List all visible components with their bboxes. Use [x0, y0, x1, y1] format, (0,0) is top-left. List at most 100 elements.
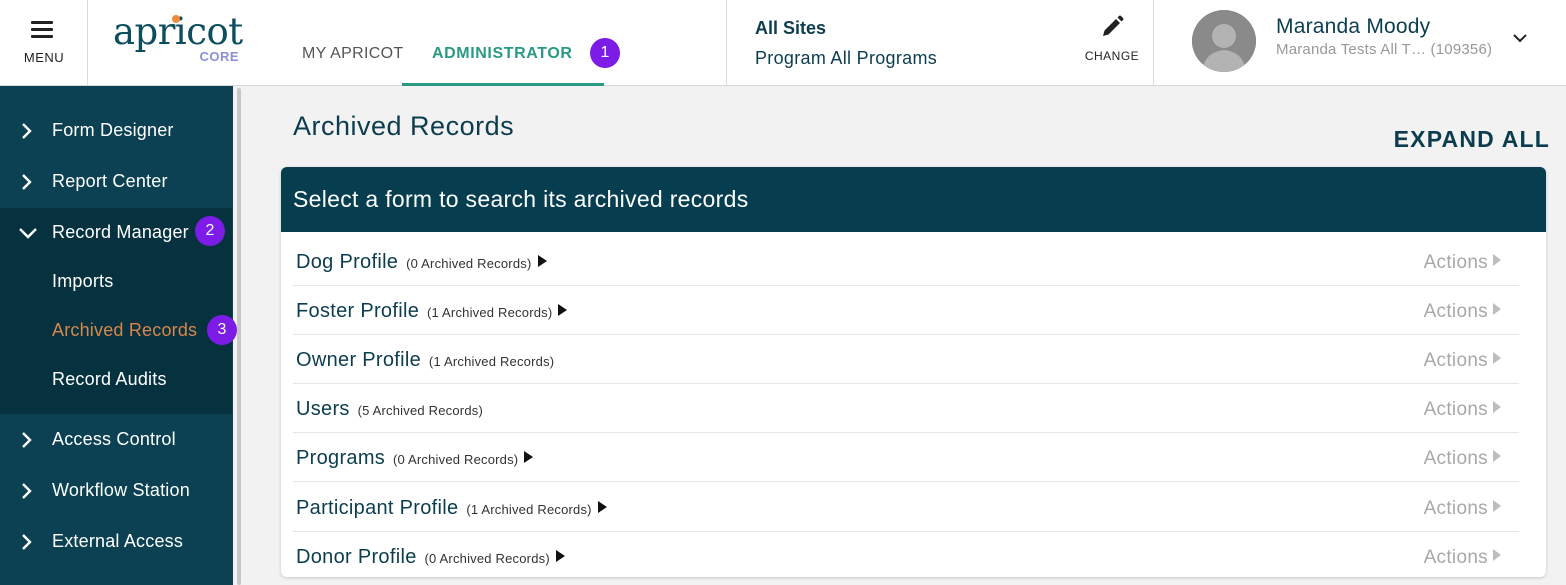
user-menu[interactable]: Maranda Moody Maranda Tests All T… (1093… [1154, 0, 1566, 85]
site-title: All Sites [755, 18, 827, 38]
expand-all-button[interactable]: EXPAND ALL [1394, 126, 1550, 153]
chevron-down-icon [19, 228, 37, 239]
logo-core-label: CORE [199, 49, 239, 64]
archived-count: (1 Archived Records) [466, 502, 592, 517]
step-badge-2: 2 [195, 216, 225, 246]
form-name: Foster Profile [296, 300, 420, 322]
sidebar-subitem-label: Record Audits [52, 369, 167, 389]
form-name: Dog Profile [296, 251, 399, 273]
sidebar: Form Designer Report Center Imports Arch… [0, 86, 245, 585]
form-row-donor-profile[interactable]: Donor Profile (0 Archived Records) Actio… [293, 532, 1519, 577]
tab-my-apricot[interactable]: MY APRICOT [302, 0, 403, 86]
form-name: Programs [296, 447, 386, 469]
actions-label: Actions [1423, 399, 1488, 420]
top-header: MENU apricot CORE MY APRICOT ADMINISTRAT… [0, 0, 1566, 86]
expand-arrow-icon[interactable] [537, 255, 547, 267]
form-name: Donor Profile [296, 546, 417, 568]
form-row-users[interactable]: Users (5 Archived Records) Actions [293, 384, 1519, 433]
caret-right-icon [1493, 450, 1501, 462]
actions-label: Actions [1423, 547, 1488, 568]
caret-right-icon [1493, 401, 1501, 413]
step-badge-3: 3 [207, 315, 237, 345]
sidebar-item-label: Record Manager [52, 222, 189, 242]
sidebar-subitem-record-audits[interactable]: Record Audits [0, 355, 232, 404]
step-badge-1: 1 [590, 38, 620, 68]
form-name: Participant Profile [296, 497, 459, 519]
caret-right-icon [1493, 303, 1501, 315]
change-button[interactable]: CHANGE [1077, 14, 1147, 63]
form-row-programs[interactable]: Programs (0 Archived Records) Actions [293, 433, 1519, 482]
form-name: Owner Profile [296, 349, 422, 371]
menu-label: MENU [23, 50, 65, 65]
actions-menu[interactable]: Actions [1424, 350, 1501, 372]
archived-count: (1 Archived Records) [428, 354, 555, 369]
archived-count: (5 Archived Records) [357, 403, 483, 418]
chevron-right-icon [22, 432, 32, 448]
apricot-core-logo[interactable]: apricot CORE [113, 12, 243, 72]
actions-menu[interactable]: Actions [1424, 498, 1501, 520]
tab-administrator[interactable]: ADMINISTRATOR [402, 0, 604, 86]
page-title: Archived Records [293, 111, 515, 141]
sidebar-item-label: Report Center [52, 171, 168, 191]
user-name: Maranda Moody [1276, 15, 1431, 38]
hamburger-icon [31, 21, 53, 38]
sidebar-item-access-control[interactable]: Access Control [0, 415, 232, 466]
caret-right-icon [1493, 549, 1501, 561]
program-line: Program All Programs [755, 48, 938, 68]
caret-right-icon [1493, 500, 1501, 512]
actions-label: Actions [1423, 350, 1488, 371]
expand-arrow-icon[interactable] [555, 550, 565, 562]
person-silhouette-icon [1192, 10, 1256, 72]
sidebar-item-form-designer[interactable]: Form Designer [0, 106, 232, 157]
chevron-down-icon [1513, 34, 1527, 43]
actions-menu[interactable]: Actions [1424, 448, 1501, 470]
chevron-right-icon [22, 174, 32, 190]
actions-label: Actions [1423, 252, 1488, 273]
form-name: Users [296, 398, 350, 420]
sidebar-item-report-center[interactable]: Report Center [0, 157, 232, 208]
caret-right-icon [1493, 254, 1501, 266]
chevron-right-icon [22, 123, 32, 139]
user-subtitle: Maranda Tests All T… (109356) [1276, 41, 1493, 58]
site-program-selector: All Sites Program All Programs CHANGE [726, 0, 1154, 85]
logo-dot [172, 15, 180, 23]
expand-arrow-icon[interactable] [558, 304, 568, 316]
actions-label: Actions [1423, 498, 1488, 519]
sidebar-subitem-label: Imports [52, 271, 114, 291]
sidebar-item-label: Access Control [52, 429, 176, 449]
form-row-dog-profile[interactable]: Dog Profile (0 Archived Records) Actions [293, 237, 1519, 286]
sidebar-subitem-imports[interactable]: Imports [0, 257, 232, 306]
actions-label: Actions [1423, 448, 1488, 469]
expand-arrow-icon[interactable] [524, 451, 534, 463]
archived-count: (0 Archived Records) [424, 551, 550, 566]
form-row-owner-profile[interactable]: Owner Profile (1 Archived Records) Actio… [293, 335, 1519, 384]
archived-forms-card: Select a form to search its archived rec… [281, 167, 1546, 577]
sidebar-item-label: Form Designer [52, 120, 174, 140]
pencil-icon [1103, 15, 1124, 36]
sidebar-subitem-label: Archived Records [52, 320, 198, 340]
sidebar-item-label: Workflow Station [52, 480, 190, 500]
card-heading: Select a form to search its archived rec… [281, 167, 1546, 232]
actions-menu[interactable]: Actions [1424, 399, 1501, 421]
chevron-right-icon [22, 483, 32, 499]
caret-right-icon [1493, 352, 1501, 364]
actions-menu[interactable]: Actions [1424, 252, 1501, 274]
sidebar-scrollbar[interactable] [237, 88, 241, 585]
actions-menu[interactable]: Actions [1424, 301, 1501, 323]
archived-count: (0 Archived Records) [406, 256, 532, 271]
sidebar-subitem-archived-records[interactable]: Archived Records [0, 306, 232, 355]
sidebar-item-workflow-station[interactable]: Workflow Station [0, 466, 232, 517]
form-row-participant-profile[interactable]: Participant Profile (1 Archived Records)… [293, 483, 1519, 532]
change-label: CHANGE [1084, 49, 1140, 63]
avatar [1192, 10, 1256, 72]
chevron-right-icon [22, 534, 32, 550]
archived-count: (1 Archived Records) [427, 305, 553, 320]
archived-count: (0 Archived Records) [392, 452, 519, 467]
sidebar-item-label: External Access [52, 531, 184, 551]
expand-arrow-icon[interactable] [597, 501, 607, 513]
actions-label: Actions [1423, 301, 1488, 322]
actions-menu[interactable]: Actions [1424, 547, 1501, 569]
menu-button[interactable]: MENU [0, 0, 88, 85]
sidebar-item-external-access[interactable]: External Access [0, 517, 232, 568]
form-row-foster-profile[interactable]: Foster Profile (1 Archived Records) Acti… [293, 286, 1519, 335]
